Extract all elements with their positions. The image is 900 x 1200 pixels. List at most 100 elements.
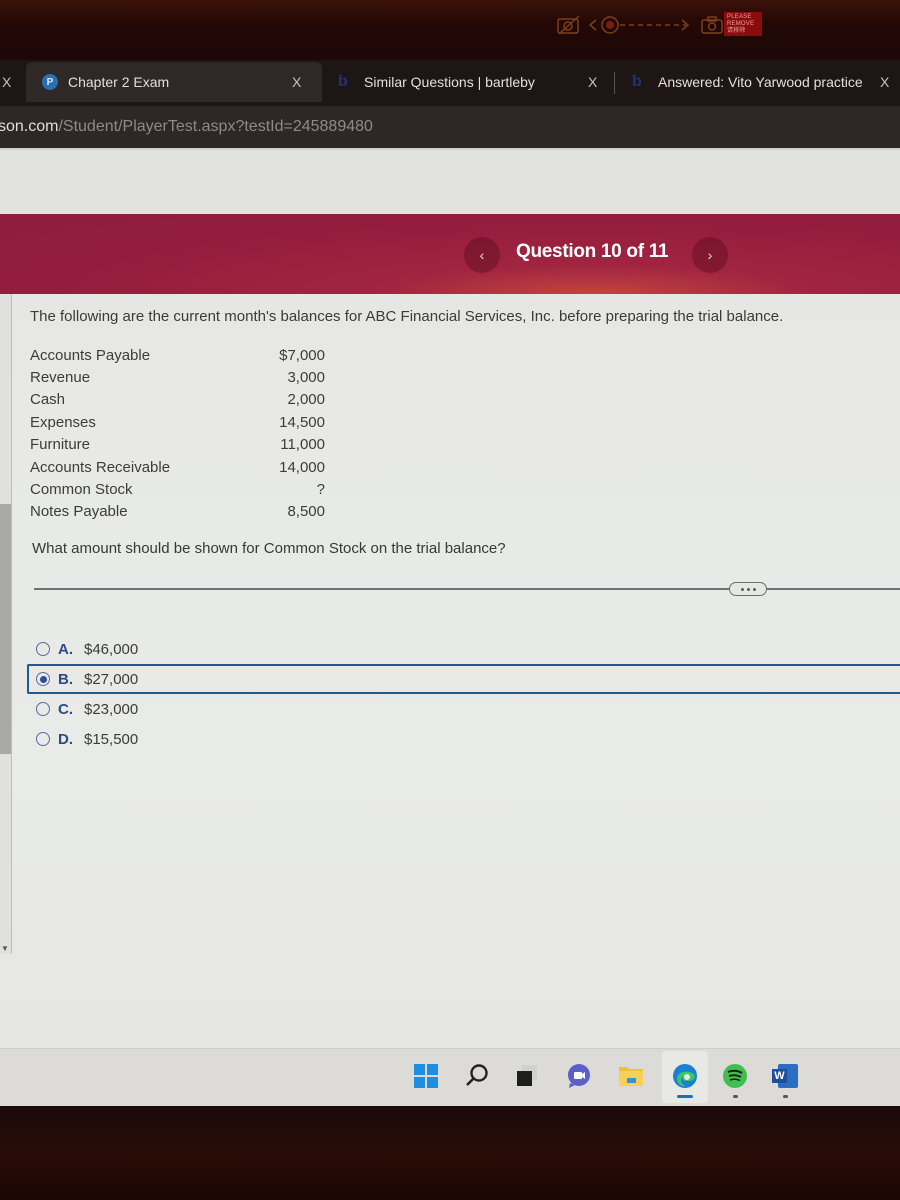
account-value: ?	[316, 481, 325, 499]
option-value: $27,000	[84, 670, 139, 688]
radio-button-selected[interactable]	[36, 672, 50, 686]
account-name: Expenses	[30, 413, 96, 431]
url-host: son.com	[0, 118, 59, 135]
url-text[interactable]: son.com/Student/PlayerTest.aspx?testId=2…	[0, 118, 373, 136]
task-view-icon[interactable]	[514, 1063, 540, 1089]
please-remove-label: PLEASE REMOVE 请移除	[724, 12, 762, 36]
switch-arrow-icon	[588, 16, 690, 34]
close-icon[interactable]: X	[588, 74, 597, 90]
answer-option-c[interactable]: C. $23,000	[30, 694, 900, 724]
account-name: Revenue	[30, 369, 91, 387]
teams-chat-icon[interactable]	[566, 1063, 592, 1089]
previous-tab-close[interactable]: X	[2, 62, 22, 102]
table-row: Accounts Payable $7,000	[30, 344, 330, 366]
please-remove-text: PLEASE REMOVE	[727, 14, 755, 27]
screen-bezel-bottom	[0, 1106, 900, 1200]
file-explorer-icon[interactable]	[618, 1063, 644, 1089]
account-value: 3,000	[287, 369, 325, 387]
previous-question-button[interactable]: ‹	[464, 237, 500, 273]
radio-selected-dot	[39, 675, 47, 683]
option-letter: D.	[58, 730, 73, 748]
table-row: Expenses 14,500	[30, 411, 330, 433]
tab-answered-vito-yarwood[interactable]: b Answered: Vito Yarwood practice X	[618, 62, 900, 102]
close-icon[interactable]: X	[292, 74, 301, 90]
tab-divider	[614, 72, 615, 94]
table-row: Furniture 11,000	[30, 434, 330, 456]
section-divider	[34, 588, 900, 590]
radio-button[interactable]	[36, 642, 50, 656]
account-value: 8,500	[287, 503, 325, 521]
question-nav-bar: ‹ Question 10 of 11 ›	[0, 214, 900, 294]
table-row: Accounts Receivable 14,000	[30, 456, 330, 478]
question-prompt: What amount should be shown for Common S…	[32, 540, 506, 557]
dot-icon	[752, 587, 756, 591]
close-icon[interactable]: X	[2, 74, 11, 90]
please-remove-subtext: 请移除	[727, 28, 746, 34]
answer-options: A. $46,000 B. $27,000 C. $23,000 D. $15,…	[27, 634, 900, 754]
edge-icon[interactable]	[672, 1063, 698, 1089]
bartleby-icon: b	[632, 73, 642, 90]
option-letter: A.	[58, 640, 73, 658]
radio-button[interactable]	[36, 732, 50, 746]
answer-option-b[interactable]: B. $27,000	[27, 664, 900, 694]
option-value: $23,000	[84, 700, 139, 718]
chevron-right-icon: ›	[707, 247, 713, 263]
option-value: $15,500	[84, 730, 139, 748]
camera-icon	[701, 16, 723, 34]
account-balances-table: Accounts Payable $7,000 Revenue 3,000 Ca…	[30, 344, 330, 523]
pearson-icon: P	[42, 74, 58, 90]
account-name: Cash	[30, 391, 66, 409]
account-name: Accounts Receivable	[30, 458, 171, 476]
answer-option-a[interactable]: A. $46,000	[30, 634, 900, 664]
account-name: Accounts Payable	[30, 346, 151, 364]
screen-bezel-top: PLEASE REMOVE 请移除	[0, 0, 900, 60]
browser-tab-strip: X P Chapter 2 Exam X b Similar Questions…	[0, 60, 900, 106]
answer-option-d[interactable]: D. $15,500	[30, 724, 900, 754]
account-value: 14,000	[279, 458, 325, 476]
left-panel-scrollbar[interactable]: ▼	[0, 294, 12, 954]
address-bar[interactable]: son.com/Student/PlayerTest.aspx?testId=2…	[0, 106, 900, 148]
url-path: /Student/PlayerTest.aspx?testId=24588948…	[58, 118, 373, 135]
tab-label: Answered: Vito Yarwood practice	[658, 74, 863, 90]
account-name: Furniture	[30, 436, 91, 454]
option-letter: B.	[58, 670, 73, 688]
tab-label: Similar Questions | bartleby	[364, 74, 535, 90]
windows-start-icon[interactable]	[413, 1063, 439, 1089]
account-value: $7,000	[279, 346, 325, 364]
dot-icon	[740, 587, 744, 591]
bartleby-icon: b	[338, 73, 348, 90]
camera-off-icon	[557, 15, 580, 35]
expand-more-button[interactable]	[729, 582, 767, 596]
dot-icon	[746, 587, 750, 591]
account-name: Common Stock	[30, 481, 133, 499]
next-question-button[interactable]: ›	[692, 237, 728, 273]
search-icon[interactable]	[464, 1063, 490, 1089]
active-app-indicator	[677, 1095, 693, 1098]
scrollbar-thumb[interactable]	[0, 504, 11, 754]
table-row: Common Stock ?	[30, 478, 330, 500]
option-value: $46,000	[84, 640, 139, 658]
table-row: Cash 2,000	[30, 389, 330, 411]
spotify-icon[interactable]	[722, 1063, 748, 1089]
scroll-down-arrow-icon[interactable]: ▼	[1, 944, 9, 953]
tab-chapter-2-exam[interactable]: P Chapter 2 Exam X	[26, 62, 322, 102]
question-intro: The following are the current month's ba…	[30, 308, 784, 325]
tab-label: Chapter 2 Exam	[68, 74, 170, 90]
running-app-indicator	[733, 1095, 738, 1098]
table-row: Revenue 3,000	[30, 366, 330, 388]
camera-switch-overlay	[556, 12, 724, 38]
tab-similar-questions[interactable]: b Similar Questions | bartleby X	[322, 62, 612, 102]
windows-taskbar: W	[0, 1048, 900, 1106]
running-app-indicator	[783, 1095, 788, 1098]
word-letter: W	[772, 1069, 787, 1083]
radio-button[interactable]	[36, 702, 50, 716]
account-name: Notes Payable	[30, 503, 128, 521]
account-value: 2,000	[287, 391, 325, 409]
chevron-left-icon: ‹	[479, 247, 485, 263]
word-icon[interactable]: W	[772, 1063, 798, 1089]
table-row: Notes Payable 8,500	[30, 501, 330, 523]
account-value: 14,500	[279, 413, 325, 431]
page-header-area	[0, 148, 900, 214]
question-counter: Question 10 of 11	[516, 241, 669, 262]
close-icon[interactable]: X	[880, 74, 889, 90]
